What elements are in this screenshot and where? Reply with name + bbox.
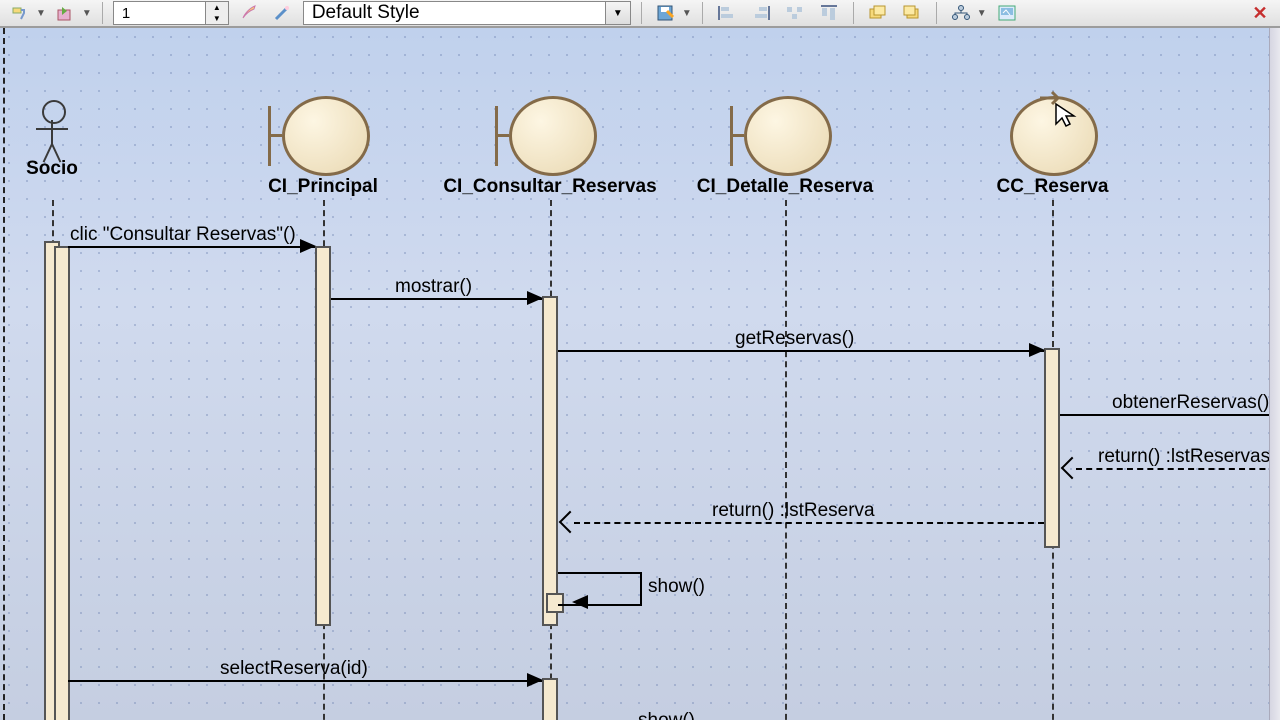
- actor-icon: [51, 120, 53, 144]
- lifeline-label: CC_Reserva: [980, 176, 1125, 198]
- message-label: show(): [638, 710, 695, 720]
- wand-button[interactable]: [269, 1, 297, 25]
- lifeline-cc-reserva[interactable]: [1010, 96, 1100, 176]
- lifeline-ci-principal[interactable]: [268, 96, 378, 176]
- message-arrow[interactable]: [331, 298, 542, 300]
- message-label: getReservas(): [735, 328, 854, 350]
- align-left-button[interactable]: [713, 1, 741, 25]
- actor-icon: [36, 128, 68, 130]
- hierarchy-button[interactable]: ▼: [947, 1, 987, 25]
- message-arrow[interactable]: [68, 246, 315, 248]
- align-right-button[interactable]: [747, 1, 775, 25]
- message-label: obtenerReservas(): [1112, 392, 1269, 414]
- message-label: mostrar(): [395, 276, 472, 298]
- lifeline-dash: [785, 200, 787, 720]
- close-button[interactable]: ✕: [1246, 1, 1274, 25]
- spinner-up-icon[interactable]: ▲: [206, 2, 228, 13]
- message-label: return() :lstReservas: [1098, 446, 1270, 468]
- activation-bar[interactable]: [1044, 348, 1060, 548]
- hierarchy-icon: [947, 1, 975, 25]
- message-arrow[interactable]: [558, 350, 1044, 352]
- activation-bar[interactable]: [542, 678, 558, 720]
- message-label: selectReserva(id): [220, 658, 368, 680]
- arrowhead-icon: [527, 673, 543, 687]
- toolbar-separator: [641, 2, 642, 24]
- zoom-spinner[interactable]: 1 ▲ ▼: [113, 1, 229, 25]
- arrowhead-icon: [527, 291, 543, 305]
- actor-label: Socio: [12, 158, 92, 180]
- toolbar-separator: [853, 2, 854, 24]
- message-arrow[interactable]: [1076, 468, 1280, 470]
- message-arrow[interactable]: [68, 680, 542, 682]
- layers-button[interactable]: [864, 1, 892, 25]
- lifeline-ci-detalle[interactable]: [730, 96, 840, 176]
- chevron-down-icon: ▼: [82, 8, 92, 19]
- toolbar-separator: [102, 2, 103, 24]
- format-painter-button[interactable]: ▼: [6, 1, 46, 25]
- message-label: show(): [648, 576, 705, 598]
- lifeline-label: CI_Principal: [253, 176, 393, 198]
- lifeline-label: CI_Detalle_Reserva: [680, 176, 890, 198]
- chevron-down-icon: ▼: [682, 8, 692, 19]
- chevron-down-icon[interactable]: ▼: [605, 2, 630, 24]
- vertical-scrollbar[interactable]: [1269, 28, 1280, 720]
- toolbar-separator: [936, 2, 937, 24]
- publish-button[interactable]: ▼: [52, 1, 92, 25]
- message-arrow[interactable]: [1060, 414, 1280, 416]
- toolbar: ▼ ▼ 1 ▲ ▼ Default Style ▼ ▼: [0, 0, 1280, 28]
- format-painter-icon: [6, 1, 34, 25]
- spinner-down-icon[interactable]: ▼: [206, 13, 228, 24]
- message-label: return() :lstReserva: [712, 500, 875, 522]
- message-self[interactable]: [558, 572, 642, 606]
- style-value: Default Style: [312, 2, 420, 24]
- toolbar-separator: [702, 2, 703, 24]
- image-manager-button[interactable]: [993, 1, 1021, 25]
- lifeline-label: CI_Consultar_Reservas: [425, 176, 675, 198]
- activation-bar[interactable]: [315, 246, 331, 626]
- message-label: clic "Consultar Reservas"(): [70, 224, 296, 246]
- style-combo[interactable]: Default Style ▼: [303, 1, 631, 25]
- activation-bar[interactable]: [542, 296, 558, 626]
- spinner-arrows[interactable]: ▲ ▼: [205, 2, 228, 24]
- publish-icon: [52, 1, 80, 25]
- brush-button[interactable]: [235, 1, 263, 25]
- arrowhead-icon: [1029, 343, 1045, 357]
- align-top-button[interactable]: [815, 1, 843, 25]
- arrowhead-icon: [300, 239, 316, 253]
- distribute-button[interactable]: [781, 1, 809, 25]
- activation-bar[interactable]: [54, 246, 70, 720]
- lifeline-ci-consultar[interactable]: [495, 96, 605, 176]
- diagram-canvas[interactable]: Socio CI_Principal CI_Consultar_Reservas…: [0, 28, 1280, 720]
- layers2-button[interactable]: [898, 1, 926, 25]
- chevron-down-icon: ▼: [36, 8, 46, 19]
- chevron-down-icon: ▼: [977, 8, 987, 19]
- message-arrow[interactable]: [574, 522, 1044, 524]
- zoom-value: 1: [122, 5, 130, 22]
- save-edit-button[interactable]: ▼: [652, 1, 692, 25]
- actor-icon[interactable]: [42, 100, 66, 124]
- arrowhead-icon: [572, 595, 588, 609]
- diagram-boundary: [3, 28, 6, 720]
- save-edit-icon: [652, 1, 680, 25]
